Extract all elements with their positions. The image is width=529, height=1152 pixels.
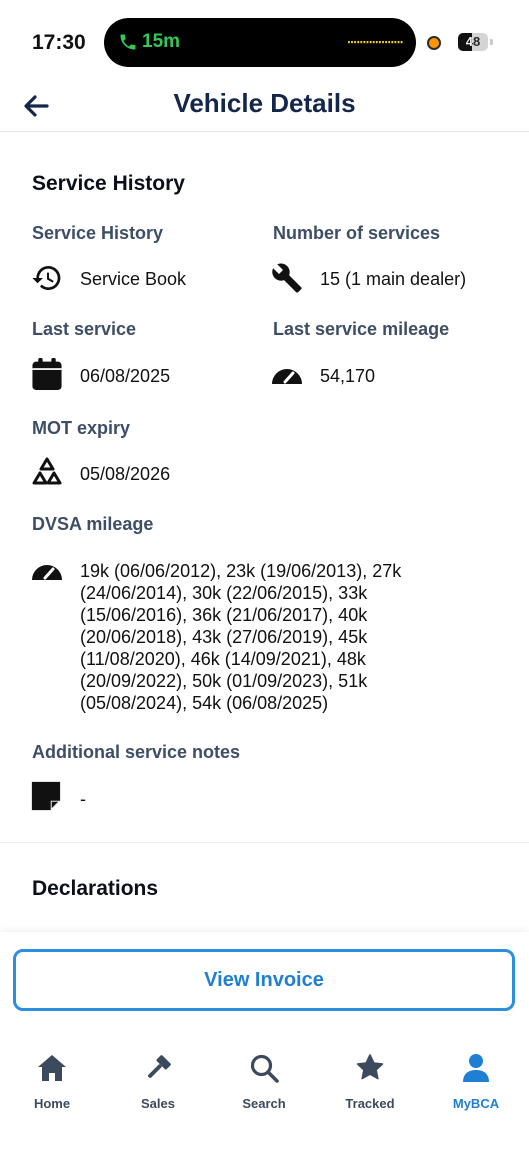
waveform-dot [379,41,381,44]
call-duration: 15m [142,31,181,52]
tab-home[interactable]: Home [7,1044,97,1111]
tab-search[interactable]: Search [219,1044,309,1111]
waveform-dot [357,41,360,44]
tab-label: Home [33,1096,71,1111]
waveform-dot [385,41,387,44]
tab-sales[interactable]: Sales [113,1044,203,1111]
mot-expiry-label: MOT expiry [32,418,131,438]
waveform-dot [400,41,403,44]
speedometer-icon [271,358,303,390]
gavel-icon [142,1052,174,1084]
section-title-declarations: Declarations [32,877,159,900]
tab-label: Sales [141,1096,175,1111]
battery-tip [490,39,493,45]
waveform-dot [351,41,353,44]
last-service-mileage-label: Last service mileage [273,319,450,339]
waveform-dot [375,41,378,44]
call-activity-pill[interactable]: 15m [104,18,416,67]
waveform-dot [391,41,394,44]
waveform-dot [394,41,397,44]
audio-waveform-icon [348,41,403,44]
dvsa-mileage-line: (05/08/2024), 54k (06/08/2025) [80,693,329,713]
waveform-dot [354,41,356,44]
battery-percent: 48 [465,34,481,49]
search-icon [248,1052,280,1084]
waveform-dot [348,41,350,44]
dvsa-mileage-label: DVSA mileage [32,514,154,534]
page-title: Vehicle Details [173,88,356,118]
history-icon [31,262,63,294]
waveform-dot [369,41,372,44]
dvsa-mileage-line: (20/09/2022), 50k (01/09/2023), 51k [80,671,368,691]
battery-icon: 48 [458,33,488,51]
waveform-dot [388,41,391,44]
number-of-services-label: Number of services [273,223,441,243]
star-icon [354,1052,386,1084]
sticky-note-icon [30,780,62,812]
tab-label: Search [242,1096,286,1111]
additional-notes-label: Additional service notes [32,742,241,762]
speedometer-icon [31,552,63,584]
last-service-mileage-value: 54,170 [320,366,376,386]
dvsa-mileage-line: (20/06/2018), 43k (27/06/2019), 45k [80,627,368,647]
waveform-dot [360,41,363,44]
view-invoice-button[interactable]: View Invoice [13,949,515,1011]
wrench-icon [271,262,303,294]
section-divider [0,842,529,843]
last-service-label: Last service [32,319,137,339]
additional-notes-value: - [80,789,86,809]
calendar-icon [31,358,63,390]
dvsa-mileage-line: (24/06/2014), 30k (22/06/2015), 33k [80,583,368,603]
tab-label: MyBCA [452,1096,500,1111]
last-service-value: 06/08/2025 [80,366,171,386]
waveform-dot [382,41,384,44]
waveform-dot [366,41,369,44]
dvsa-mileage-value: 19k (06/06/2012), 23k (19/06/2013), 27k … [80,560,440,714]
number-of-services-value: 15 (1 main dealer) [320,269,467,289]
user-icon [460,1052,492,1084]
tab-tracked[interactable]: Tracked [325,1044,415,1111]
tab-bar: Home Sales Search Tracked MyBCA [0,1044,529,1124]
tab-label: Tracked [345,1096,395,1111]
dvsa-mileage-line: (15/06/2016), 36k (21/06/2017), 40k [80,605,368,625]
status-time: 17:30 [32,31,86,54]
home-icon [36,1052,68,1084]
app-header: Vehicle Details [0,80,529,132]
mot-triangle-icon [31,456,63,488]
section-title-service-history: Service History [32,172,185,195]
privacy-indicator [427,36,441,50]
phone-icon [120,34,136,50]
mot-expiry-value: 05/08/2026 [80,464,171,484]
tab-mybca[interactable]: MyBCA [431,1044,521,1111]
dvsa-mileage-line: 19k (06/06/2012), 23k (19/06/2013), 27k [80,561,402,581]
waveform-dot [397,41,400,44]
bottom-panel: View Invoice Home Sales Search Tracked M… [0,932,529,1152]
dvsa-mileage-line: (11/08/2020), 46k (14/09/2021), 48k [80,649,366,669]
status-bar: 17:30 15m 48 [0,0,529,86]
service-history-label: Service History [32,223,164,243]
waveform-dot [363,41,366,44]
waveform-dot [372,41,375,44]
service-history-value: Service Book [80,269,187,289]
